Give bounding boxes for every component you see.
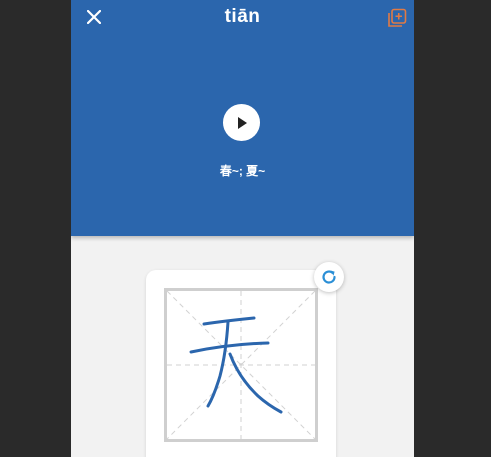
play-icon	[237, 116, 247, 129]
app-screen: tiān 春~; 夏~	[71, 0, 414, 457]
add-to-collection-button[interactable]	[387, 8, 407, 28]
play-audio-button[interactable]	[223, 104, 260, 141]
writing-practice-card	[146, 270, 336, 457]
writing-grid[interactable]	[164, 288, 318, 442]
refresh-button[interactable]	[314, 262, 344, 292]
page-title: tiān	[224, 6, 261, 27]
example-words: 春~; 夏~	[219, 164, 266, 178]
add-to-collection-icon	[388, 8, 407, 27]
refresh-icon	[322, 270, 336, 284]
header: tiān 春~; 夏~	[71, 0, 414, 236]
